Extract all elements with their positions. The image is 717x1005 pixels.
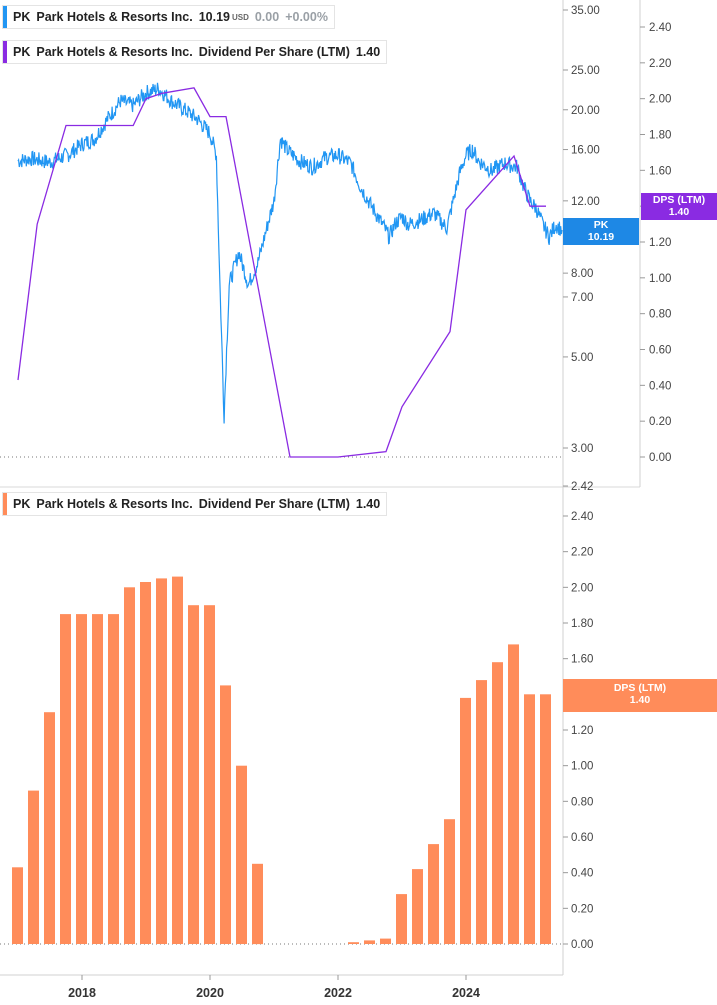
bar-tick-label: 0.80 (571, 796, 593, 808)
bar-tick-label: 0.00 (571, 939, 593, 951)
price-tick-label: 12.00 (571, 196, 600, 208)
dps-top-tag-value: 1.40 (668, 206, 690, 218)
dps-top-tag: DPS (LTM) 1.40 (641, 193, 717, 220)
dps-bar (172, 576, 183, 944)
dps-top-legend-metric: Dividend Per Share (LTM) (198, 45, 350, 59)
dps-bottom-legend-swatch (3, 493, 7, 515)
price-tag: PK 10.19 (563, 218, 639, 245)
dps-bar (508, 644, 519, 944)
dps-bottom-legend[interactable]: PK Park Hotels & Resorts Inc. Dividend P… (2, 492, 388, 516)
dps-bottom-tag-value: 1.40 (629, 694, 651, 706)
dps-bar (252, 863, 263, 945)
price-legend-currency: USD (231, 12, 249, 22)
price-legend-value: 10.19 (198, 10, 230, 24)
dps-top-legend[interactable]: PK Park Hotels & Resorts Inc. Dividend P… (2, 40, 388, 64)
price-tick-label: 35.00 (571, 5, 600, 17)
dps-bar (364, 940, 375, 944)
dps-bar (204, 605, 215, 944)
dps-tick-label: 0.40 (649, 380, 671, 392)
bar-tick-label: 0.40 (571, 868, 593, 880)
dps-tick-label: 2.00 (649, 94, 671, 106)
price-tag-value: 10.19 (587, 231, 615, 243)
dps-bar (412, 869, 423, 944)
bar-tick-label: 2.00 (571, 582, 593, 594)
bar-tick-label: 1.20 (571, 725, 593, 737)
bar-tick-label: 0.60 (571, 832, 593, 844)
x-tick-label: 2024 (452, 986, 480, 1000)
dps-bar (524, 694, 535, 944)
dps-bar (140, 582, 151, 944)
dps-bar (348, 942, 359, 944)
dps-bar (428, 844, 439, 944)
dps-bar (220, 685, 231, 944)
dps-tick-label: 1.80 (649, 130, 671, 142)
dps-tick-label: 0.80 (649, 309, 671, 321)
dps-bar (76, 614, 87, 944)
bar-tick-label: 1.00 (571, 761, 593, 773)
price-tick-label: 3.00 (571, 443, 593, 455)
bar-tick-label: 2.20 (571, 547, 593, 559)
dps-bar (156, 578, 167, 944)
dps-tick-label: 1.20 (649, 237, 671, 249)
dps-bottom-tag: DPS (LTM) 1.40 (563, 679, 717, 712)
price-legend[interactable]: PK Park Hotels & Resorts Inc. 10.19 USD … (2, 5, 335, 29)
dps-bar (124, 587, 135, 944)
dps-bar (12, 867, 23, 944)
price-legend-change: 0.00 (254, 10, 280, 24)
price-tag-label: PK (593, 219, 609, 231)
dps-bar (60, 614, 71, 944)
dps-bottom-legend-company: Park Hotels & Resorts Inc. (36, 497, 193, 511)
price-legend-company: Park Hotels & Resorts Inc. (36, 10, 193, 24)
dps-bar (188, 605, 199, 944)
dps-bar (28, 790, 39, 944)
x-tick-label: 2018 (68, 986, 96, 1000)
bar-tick-label: 1.80 (571, 618, 593, 630)
x-tick-label: 2020 (196, 986, 224, 1000)
dps-bar (460, 697, 471, 944)
price-tick-label: 7.00 (571, 292, 593, 304)
dps-bar (444, 819, 455, 944)
dps-bar (396, 894, 407, 944)
dps-tick-label: 2.40 (649, 22, 671, 34)
price-legend-ticker: PK (13, 10, 31, 24)
dps-bar (236, 765, 247, 944)
price-tick-label: 20.00 (571, 105, 600, 117)
dps-bottom-legend-metric: Dividend Per Share (LTM) (198, 497, 350, 511)
dps-bar (44, 712, 55, 944)
dps-bar (92, 614, 103, 944)
dps-bar (476, 680, 487, 944)
dps-bar (540, 694, 551, 944)
dps-top-legend-swatch (3, 41, 7, 63)
bar-tick-label: 0.20 (571, 903, 593, 915)
dps-tick-label: 0.60 (649, 345, 671, 357)
dps-bottom-legend-value: 1.40 (355, 497, 381, 511)
price-tick-label: 25.00 (571, 65, 600, 77)
dps-bar (108, 614, 119, 944)
dps-bottom-tag-label: DPS (LTM) (613, 682, 667, 694)
dps-bar (380, 938, 391, 944)
dps-top-tag-label: DPS (LTM) (652, 194, 706, 206)
bar-tick-label: 1.60 (571, 654, 593, 666)
dps-tick-label: 1.00 (649, 273, 671, 285)
bar-tick-label: 2.40 (571, 511, 593, 523)
price-tick-label: 5.00 (571, 352, 593, 364)
x-tick-label: 2022 (324, 986, 352, 1000)
bar-tick-label: 2.42 (571, 481, 593, 493)
dps-tick-label: 0.00 (649, 452, 671, 464)
price-tick-label: 16.00 (571, 145, 600, 157)
price-legend-swatch (3, 6, 7, 28)
dps-tick-label: 0.20 (649, 416, 671, 428)
price-series-line (17, 82, 563, 424)
dps-top-legend-ticker: PK (13, 45, 31, 59)
dps-top-legend-value: 1.40 (355, 45, 381, 59)
dps-tick-label: 2.20 (649, 58, 671, 70)
dps-bottom-legend-ticker: PK (13, 497, 31, 511)
dps-top-legend-company: Park Hotels & Resorts Inc. (36, 45, 193, 59)
dps-bar (492, 662, 503, 944)
dps-tick-label: 1.60 (649, 165, 671, 177)
price-tick-label: 8.00 (571, 268, 593, 280)
price-legend-change-pct: +0.00% (285, 10, 328, 24)
